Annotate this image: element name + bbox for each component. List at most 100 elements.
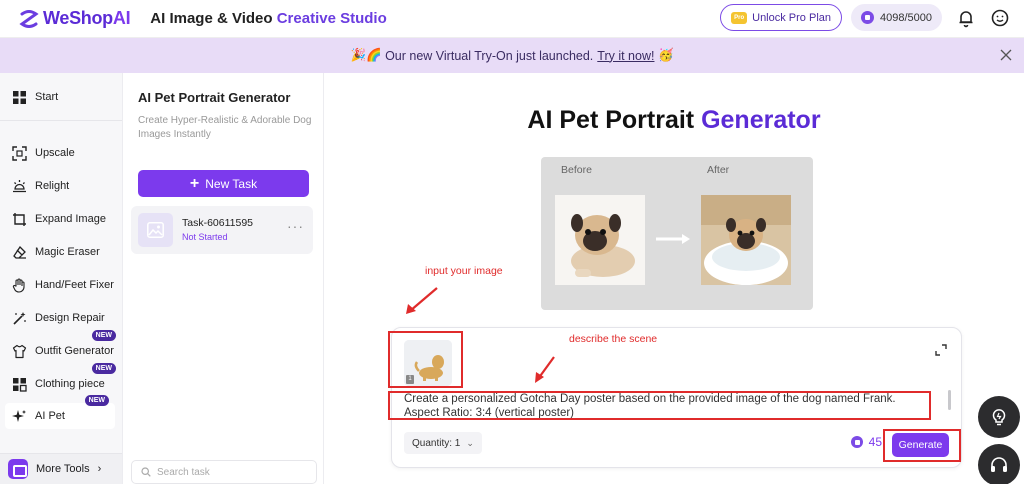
try-it-now-link[interactable]: Try it now! [597, 49, 654, 63]
tips-button[interactable] [978, 396, 1020, 438]
search-task-input[interactable]: Search task [131, 460, 317, 484]
sidebar-label: AI Pet [35, 410, 65, 422]
expand-icon[interactable] [935, 344, 947, 356]
relight-icon [13, 179, 26, 192]
task-thumbnail [138, 213, 173, 247]
after-pug-image [701, 195, 791, 285]
sidebar-label: Clothing piece [35, 378, 105, 390]
task-status: Not Started [182, 232, 228, 242]
task-panel: AI Pet Portrait Generator Create Hyper-R… [123, 73, 324, 484]
search-icon [141, 467, 151, 477]
sidebar-item-magic-eraser[interactable]: Magic Eraser [0, 239, 122, 265]
annotation-arrow-icon [535, 356, 555, 383]
credit-balance[interactable]: 4098/5000 [851, 4, 942, 31]
sidebar-item-design-repair[interactable]: Design Repair [0, 305, 122, 331]
chevron-right-icon: › [97, 463, 102, 475]
before-after-preview: Before After [541, 157, 813, 310]
weshop-logo[interactable]: WeShopAI [18, 8, 131, 30]
plus-icon: + [189, 174, 200, 192]
sidebar-label: Outfit Generator [35, 345, 114, 357]
chevron-down-icon: ⌄ [466, 437, 474, 448]
sidebar-label: Design Repair [35, 312, 105, 324]
sidebar-item-ai-pet[interactable]: AI Pet NEW [5, 395, 115, 429]
clothing-grid-icon [13, 377, 27, 392]
top-header: WeShopAI AI Image & Video Creative Studi… [0, 0, 1024, 38]
close-icon[interactable] [1000, 49, 1012, 61]
annotation-describe-scene: describe the scene [569, 333, 658, 345]
arrow-right-icon [656, 234, 690, 244]
new-task-button[interactable]: + New Task [138, 170, 309, 197]
lightbulb-icon [992, 409, 1006, 426]
annotation-arrow-icon [406, 287, 438, 314]
annotation-box-generate [883, 429, 961, 462]
sparkle-icon [12, 409, 26, 422]
before-label: Before [561, 164, 592, 176]
logo-text: WeShopAI [43, 8, 131, 28]
main-content: AI Pet Portrait Generator Before After 1… [324, 73, 1024, 484]
credit-icon [850, 436, 863, 448]
headset-icon [991, 457, 1007, 472]
new-badge: NEW [91, 363, 116, 374]
new-badge: NEW [84, 395, 109, 406]
bell-icon[interactable] [956, 8, 976, 28]
generation-cost: 45 [850, 435, 882, 449]
sidebar-label: Start [35, 91, 59, 103]
sidebar-item-clothing-piece[interactable]: Clothing piece NEW [0, 363, 122, 397]
quantity-select[interactable]: Quantity: 1 ⌄ [404, 432, 482, 454]
task-name: Task-60611595 [182, 217, 254, 229]
sidebar-label: Hand/Feet Fixer [35, 279, 114, 291]
new-task-label: New Task [205, 176, 258, 191]
sidebar-divider [0, 120, 122, 121]
upscale-icon [12, 145, 27, 161]
announcement-banner: 🎉🌈 Our new Virtual Try-On just launched.… [0, 38, 1024, 73]
more-tools-label: More Tools [36, 463, 90, 475]
weshop-logo-icon [19, 9, 39, 28]
magic-wand-icon [13, 311, 26, 325]
image-placeholder-icon [147, 222, 164, 238]
cost-value: 45 [868, 435, 882, 449]
search-placeholder: Search task [157, 466, 210, 478]
annotation-box-image [388, 331, 463, 388]
before-pug-image [555, 195, 645, 285]
quantity-label: Quantity: 1 [412, 437, 461, 449]
credit-balance-text: 4098/5000 [880, 11, 932, 24]
pro-chip-icon: Pro [731, 11, 748, 24]
new-badge: NEW [91, 330, 116, 341]
task-card[interactable]: Task-60611595 Not Started ··· [131, 206, 313, 254]
sidebar-label: Upscale [35, 147, 75, 159]
sidebar-item-hand-feet-fixer[interactable]: Hand/Feet Fixer [0, 272, 122, 298]
studio-title: AI Image & Video Creative Studio [150, 10, 387, 27]
sidebar-item-outfit-generator[interactable]: Outfit Generator NEW [0, 330, 122, 364]
sidebar-item-relight[interactable]: Relight [0, 173, 122, 199]
page-title: AI Pet Portrait Generator [527, 106, 821, 134]
more-tools-button[interactable]: More Tools › [0, 453, 122, 484]
left-sidebar: Start Upscale Relight Expand Image Magic… [0, 73, 123, 484]
hand-icon [12, 277, 25, 293]
banner-text: Our new Virtual Try-On just launched. [385, 48, 594, 63]
unlock-pro-label: Unlock Pro Plan [752, 11, 831, 24]
sidebar-label: Expand Image [35, 213, 106, 225]
support-button[interactable] [978, 444, 1020, 484]
sidebar-item-expand-image[interactable]: Expand Image [0, 206, 122, 232]
annotation-box-prompt [388, 391, 931, 420]
sidebar-label: Relight [35, 180, 70, 192]
shirt-icon [12, 344, 27, 358]
prompt-scrollbar[interactable] [948, 390, 951, 410]
grid-icon [13, 90, 26, 104]
credit-icon [861, 11, 874, 24]
toolbox-icon [8, 459, 28, 479]
banner-emoji-left: 🎉🌈 [350, 48, 382, 62]
annotation-input-image: input your image [425, 265, 503, 277]
user-avatar-icon[interactable] [990, 8, 1010, 28]
expand-image-icon [13, 212, 26, 226]
banner-emoji-right: 🥳 [657, 48, 674, 62]
sidebar-item-upscale[interactable]: Upscale [0, 140, 122, 166]
more-options-icon[interactable]: ··· [287, 218, 304, 234]
unlock-pro-plan-button[interactable]: Pro Unlock Pro Plan [720, 4, 842, 31]
after-label: After [707, 164, 730, 176]
tool-title: AI Pet Portrait Generator [138, 90, 291, 105]
eraser-icon [13, 245, 26, 259]
tool-subtitle: Create Hyper-Realistic & Adorable Dog Im… [138, 115, 312, 140]
sidebar-item-start[interactable]: Start [0, 84, 122, 110]
sidebar-label: Magic Eraser [35, 246, 100, 258]
